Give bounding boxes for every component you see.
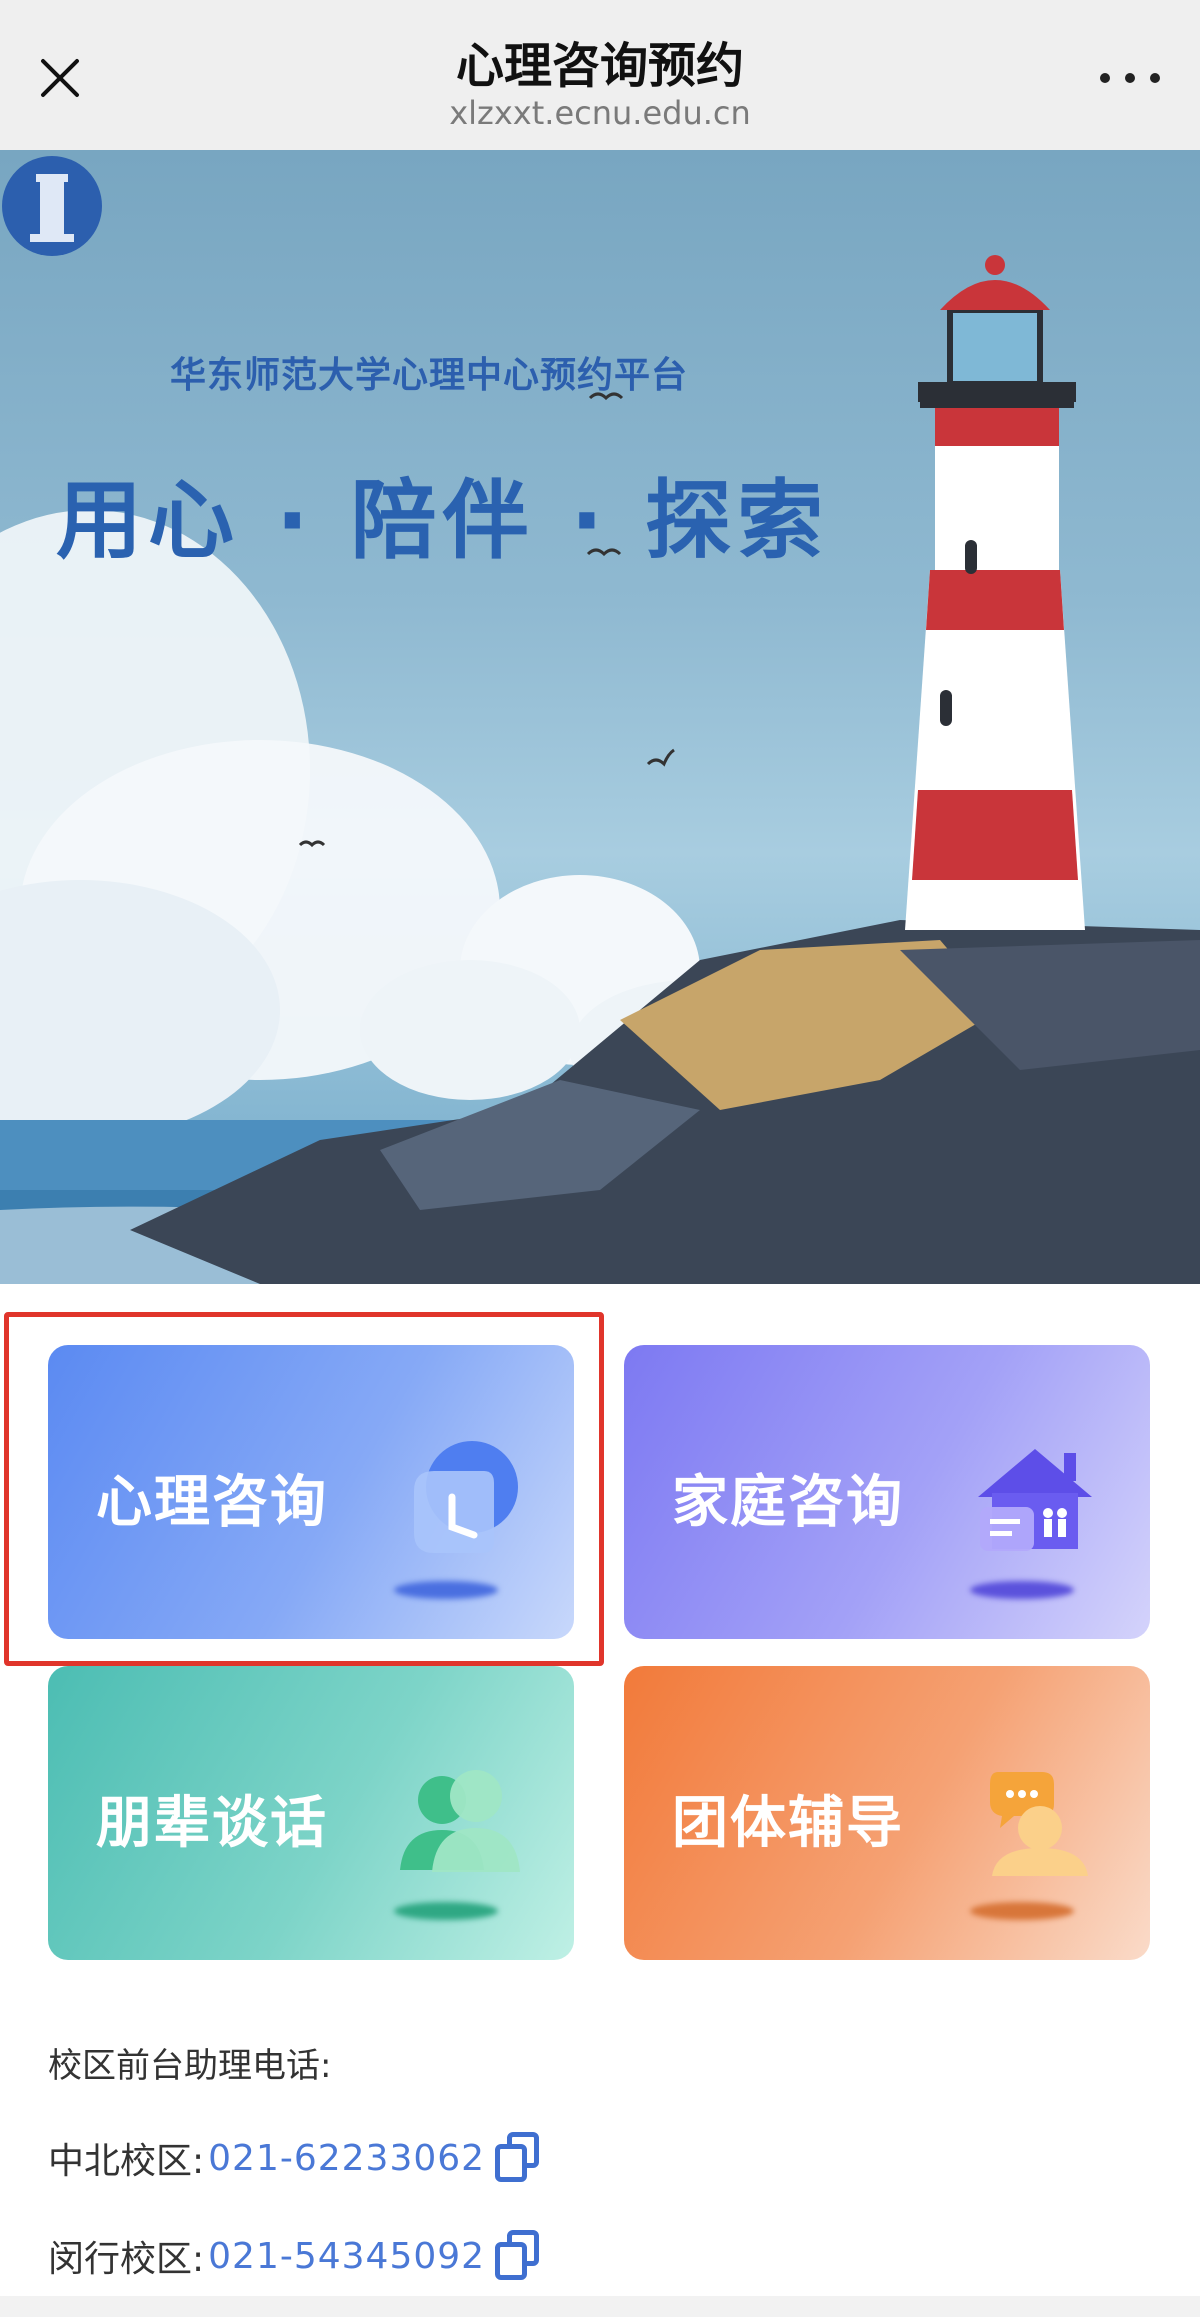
icon-shadow xyxy=(970,1902,1074,1920)
group-counseling-card[interactable]: 团体辅导 xyxy=(624,1666,1150,1960)
card-label: 朋辈谈话 xyxy=(96,1791,328,1856)
icon-shadow xyxy=(394,1902,498,1920)
phone-link[interactable]: 021-62233062 xyxy=(208,2138,485,2179)
two-people-icon xyxy=(400,1770,520,1872)
clock-chat-icon xyxy=(414,1441,518,1553)
icon-shadow xyxy=(970,1581,1074,1599)
more-options-icon[interactable] xyxy=(1100,66,1160,90)
top-bar: 心理咨询预约 xlzxxt.ecnu.edu.cn xyxy=(0,0,1200,150)
icon-shadow xyxy=(394,1581,498,1599)
copy-icon[interactable] xyxy=(493,2130,545,2186)
group-chat-icon xyxy=(990,1772,1088,1876)
university-logo-icon xyxy=(2,156,102,256)
psychological-counseling-card[interactable]: 心理咨询 xyxy=(48,1345,574,1639)
card-label: 团体辅导 xyxy=(672,1791,904,1856)
banner-slogan: 用心 · 陪伴 · 探索 xyxy=(56,471,830,571)
card-label: 心理咨询 xyxy=(96,1470,328,1535)
phone-link[interactable]: 021-54345092 xyxy=(208,2236,485,2277)
lighthouse-illustration xyxy=(0,255,1200,1284)
house-family-icon xyxy=(978,1449,1092,1551)
contact-row-zhongbei: 中北校区: 021-62233062 xyxy=(48,2130,545,2186)
contact-row-minhang: 闵行校区: 021-54345092 xyxy=(48,2228,545,2284)
page-url: xlzxxt.ecnu.edu.cn xyxy=(449,94,751,132)
campus-label: 中北校区: xyxy=(48,2141,205,2182)
family-counseling-card[interactable]: 家庭咨询 xyxy=(624,1345,1150,1639)
banner-subtitle: 华东师范大学心理中心预约平台 xyxy=(170,355,689,396)
copy-icon[interactable] xyxy=(493,2228,545,2284)
peer-talk-card[interactable]: 朋辈谈话 xyxy=(48,1666,574,1960)
contact-title: 校区前台助理电话: xyxy=(48,2046,332,2086)
hero-banner: 华东师范大学心理中心预约平台 用心 · 陪伴 · 探索 xyxy=(0,150,1200,1284)
bottom-strip xyxy=(0,2296,1200,2317)
page-title: 心理咨询预约 xyxy=(455,38,744,94)
card-label: 家庭咨询 xyxy=(672,1470,904,1535)
campus-label: 闵行校区: xyxy=(48,2239,205,2280)
